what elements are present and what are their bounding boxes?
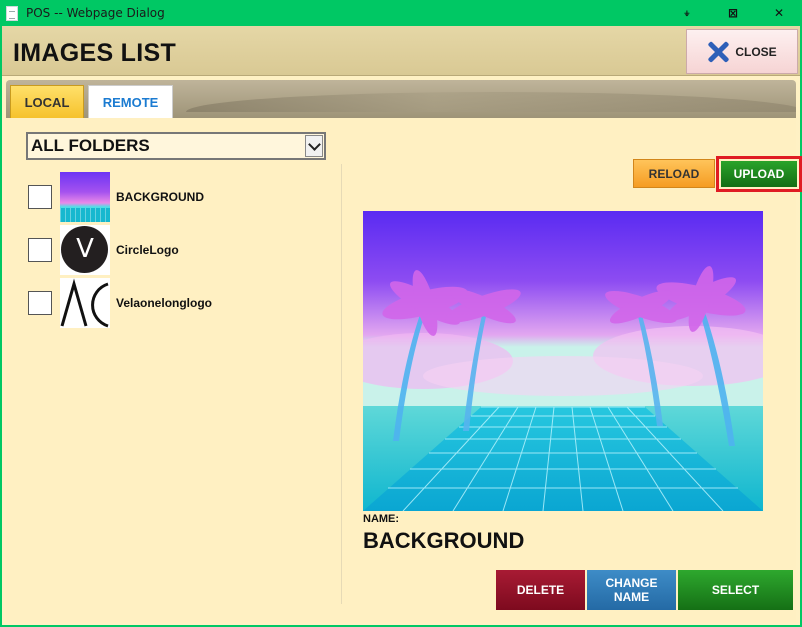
- image-thumbnail[interactable]: [60, 171, 110, 222]
- document-icon: [6, 5, 18, 21]
- upload-button[interactable]: UPLOAD: [721, 161, 797, 187]
- close-button-label: CLOSE: [735, 44, 777, 59]
- tab-strip-decoration: [186, 92, 796, 112]
- panel-divider: [341, 164, 342, 604]
- reload-button[interactable]: RELOAD: [633, 159, 715, 188]
- tab-local[interactable]: LOCAL: [10, 85, 84, 118]
- close-x-icon: [707, 41, 729, 63]
- image-checkbox[interactable]: [28, 237, 52, 262]
- image-preview: [363, 211, 763, 511]
- window-close-icon[interactable]: ✕: [756, 0, 802, 26]
- preview-name-label: NAME:: [363, 513, 400, 525]
- image-thumbnail[interactable]: [60, 277, 110, 328]
- pin-icon[interactable]: ⍖: [664, 0, 710, 26]
- image-name: CircleLogo: [116, 242, 179, 257]
- window-titlebar: POS -- Webpage Dialog ⍖ ⊠ ✕: [0, 0, 802, 26]
- image-thumbnail[interactable]: V: [60, 224, 110, 275]
- preview-landscape-image: [363, 211, 763, 511]
- line-logo-icon: [60, 278, 109, 327]
- image-checkbox[interactable]: [28, 184, 52, 209]
- upload-highlight: UPLOAD: [716, 156, 802, 192]
- page-title: IMAGES LIST: [13, 39, 177, 67]
- window-title: POS -- Webpage Dialog: [26, 6, 165, 20]
- image-checkbox[interactable]: [28, 290, 52, 315]
- delete-button[interactable]: DELETE: [496, 570, 585, 610]
- circle-logo-glyph: V: [76, 233, 94, 264]
- restore-icon[interactable]: ⊠: [710, 0, 756, 26]
- list-item[interactable]: V CircleLogo: [28, 223, 328, 276]
- dialog-frame: IMAGES LIST CLOSE LOCAL REMOTE ALL FOLDE…: [0, 26, 802, 627]
- preview-name-value: BACKGROUND: [363, 528, 525, 553]
- chevron-down-icon[interactable]: [305, 135, 323, 157]
- image-list: BACKGROUND V CircleLogo Velaonelonglogo: [28, 170, 328, 329]
- window-controls: ⍖ ⊠ ✕: [664, 0, 802, 26]
- tab-content: ALL FOLDERS BACKGROUND V CircleLogo Vela…: [6, 118, 802, 622]
- tab-strip: LOCAL REMOTE: [6, 80, 796, 118]
- change-name-button[interactable]: CHANGE NAME: [587, 570, 676, 610]
- close-button[interactable]: CLOSE: [686, 29, 798, 74]
- folder-select[interactable]: ALL FOLDERS: [26, 132, 326, 160]
- list-item[interactable]: BACKGROUND: [28, 170, 328, 223]
- image-name: BACKGROUND: [116, 189, 204, 204]
- tab-remote[interactable]: REMOTE: [88, 85, 173, 118]
- folder-select-value: ALL FOLDERS: [31, 136, 150, 155]
- image-name: Velaonelonglogo: [116, 295, 213, 310]
- list-item[interactable]: Velaonelonglogo: [28, 276, 328, 329]
- select-button[interactable]: SELECT: [678, 570, 793, 610]
- dialog-header: IMAGES LIST CLOSE: [2, 26, 800, 76]
